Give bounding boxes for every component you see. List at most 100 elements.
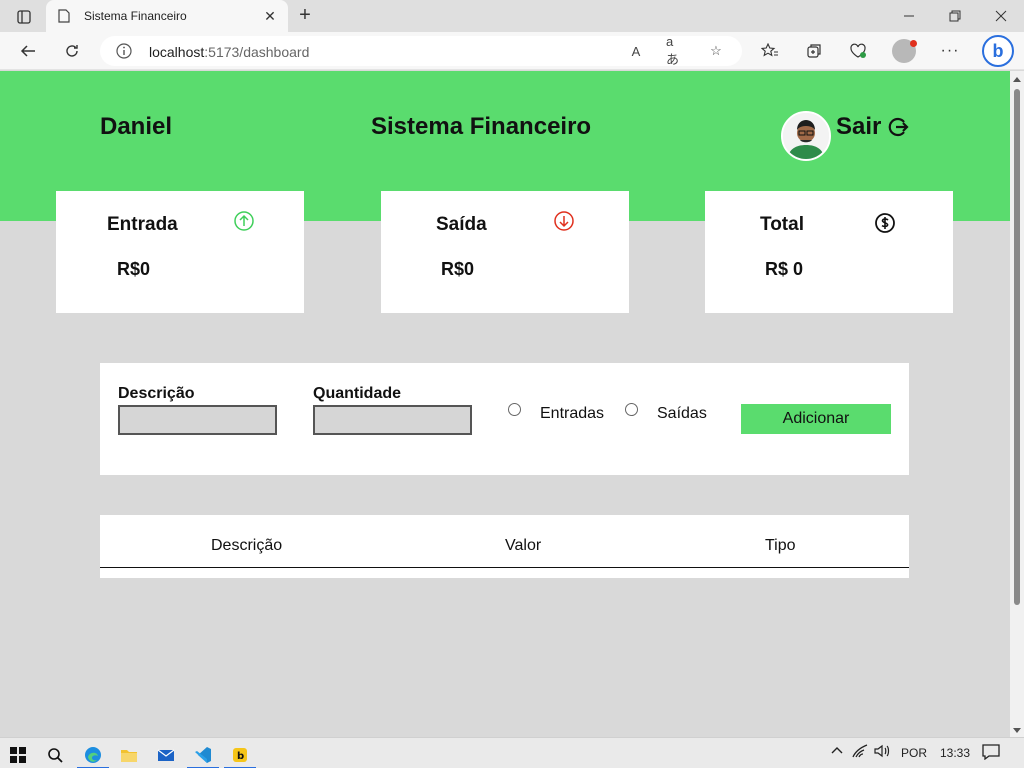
quantidade-label: Quantidade xyxy=(313,385,402,402)
settings-more-button[interactable]: ··· xyxy=(936,38,964,64)
tab-title: Sistema Financeiro xyxy=(84,9,187,23)
more-dots-icon: ··· xyxy=(940,42,960,59)
folder-icon xyxy=(121,750,137,762)
taskbar-app-b[interactable]: b xyxy=(222,741,258,768)
table-header-descricao: Descrição xyxy=(211,537,283,554)
collections-button[interactable] xyxy=(800,38,828,64)
app-title: Sistema Financeiro xyxy=(371,113,592,140)
page-viewport: Daniel Sistema Financeiro Sair Entrada R… xyxy=(0,71,1010,737)
network-icon[interactable] xyxy=(852,744,868,761)
page-scrollbar[interactable] xyxy=(1010,71,1024,737)
saidas-radio-label[interactable]: Saídas xyxy=(657,405,707,423)
saidas-radio[interactable] xyxy=(625,403,638,416)
vscode-icon xyxy=(195,747,211,763)
tab-close-icon[interactable]: ✕ xyxy=(260,6,280,26)
tab-actions-icon xyxy=(17,10,31,24)
svg-text:b: b xyxy=(237,751,244,762)
browser-tab[interactable]: Sistema Financeiro ✕ xyxy=(46,0,288,32)
refresh-icon xyxy=(66,45,78,57)
card-title: Entrada xyxy=(107,214,178,235)
address-host: localhost xyxy=(149,44,205,60)
restore-button[interactable] xyxy=(940,4,970,28)
favorites-button[interactable] xyxy=(756,38,784,64)
card-value: R$0 xyxy=(117,259,151,279)
start-button[interactable] xyxy=(0,741,36,768)
taskbar-edge[interactable] xyxy=(75,741,111,768)
card-value: R$ 0 xyxy=(765,259,804,279)
address-bar[interactable]: localhost:5173/dashboard A aあ ☆ xyxy=(100,34,742,67)
show-hidden-icons-icon[interactable] xyxy=(830,744,844,759)
performance-button[interactable] xyxy=(844,38,872,64)
browser-toolbar: localhost:5173/dashboard A aあ ☆ ··· b xyxy=(0,32,1024,70)
logout-icon xyxy=(889,117,909,137)
translate-label: aあ xyxy=(666,34,680,67)
bing-icon: b xyxy=(992,41,1004,61)
os-taskbar: b POR 13:33 xyxy=(0,737,1024,768)
transactions-table: Descrição Valor Tipo xyxy=(100,515,909,578)
entradas-radio[interactable] xyxy=(508,403,521,416)
table-header-tipo: Tipo xyxy=(765,537,796,554)
close-window-button[interactable] xyxy=(986,4,1016,28)
back-button[interactable] xyxy=(14,38,42,64)
address-path: :5173/dashboard xyxy=(204,44,310,60)
favorites-icon xyxy=(761,43,778,57)
language-indicator[interactable]: POR xyxy=(901,746,927,760)
minimize-icon xyxy=(904,15,914,17)
heart-pulse-icon xyxy=(850,43,866,58)
dollar-circle-icon xyxy=(875,213,895,233)
descricao-input[interactable] xyxy=(118,405,277,435)
windows-logo-icon xyxy=(10,747,26,763)
close-icon xyxy=(995,10,1007,22)
notifications-icon[interactable] xyxy=(982,744,1000,763)
entrada-card: Entrada R$0 xyxy=(56,191,304,313)
collections-icon xyxy=(807,44,821,58)
clock[interactable]: 13:33 xyxy=(940,746,970,760)
bing-chat-button[interactable]: b xyxy=(982,35,1014,67)
translate-icon[interactable]: aあ xyxy=(666,34,686,67)
taskbar-vscode[interactable] xyxy=(185,741,221,768)
new-tab-button[interactable]: + xyxy=(294,5,316,27)
taskbar-mail[interactable] xyxy=(148,741,184,768)
page-icon xyxy=(58,9,70,23)
restore-icon xyxy=(949,10,961,22)
volume-icon[interactable] xyxy=(874,744,890,761)
scroll-thumb[interactable] xyxy=(1014,89,1020,605)
edge-icon xyxy=(85,747,101,763)
logout-label: Sair xyxy=(836,113,882,140)
address-text: localhost:5173/dashboard xyxy=(149,44,309,60)
quantidade-input[interactable] xyxy=(313,405,472,435)
card-title: Total xyxy=(760,214,804,235)
total-card: Total R$ 0 xyxy=(705,191,953,313)
transaction-form: Descrição Quantidade Entradas Saídas Adi… xyxy=(100,363,909,475)
minimize-button[interactable] xyxy=(894,4,924,28)
entradas-radio-label[interactable]: Entradas xyxy=(540,405,604,423)
avatar[interactable] xyxy=(781,111,831,161)
browser-tab-strip: Sistema Financeiro ✕ + xyxy=(0,0,1024,32)
taskbar-file-explorer[interactable] xyxy=(111,741,147,768)
mail-icon xyxy=(157,749,175,761)
favorite-star-icon[interactable]: ☆ xyxy=(706,42,726,60)
table-header-divider xyxy=(100,567,909,568)
read-aloud-label: A xyxy=(631,43,641,59)
descricao-label: Descrição xyxy=(118,385,195,402)
search-button[interactable] xyxy=(37,741,73,768)
scroll-down-icon[interactable] xyxy=(1013,728,1021,733)
back-arrow-icon xyxy=(20,45,35,57)
profile-notification-dot xyxy=(910,40,917,47)
avatar-image xyxy=(783,113,829,159)
scroll-up-icon[interactable] xyxy=(1013,77,1021,82)
refresh-button[interactable] xyxy=(58,38,86,64)
table-header-valor: Valor xyxy=(505,537,542,554)
card-title: Saída xyxy=(436,214,487,235)
add-button[interactable]: Adicionar xyxy=(741,404,891,434)
tab-actions-button[interactable] xyxy=(10,6,38,28)
arrow-down-circle-icon xyxy=(554,211,574,231)
search-icon xyxy=(48,748,63,763)
app-b-icon: b xyxy=(233,748,247,762)
arrow-up-circle-icon xyxy=(234,211,254,231)
site-info-icon[interactable] xyxy=(116,43,132,59)
read-aloud-icon[interactable]: A xyxy=(626,42,646,60)
user-name: Daniel xyxy=(100,113,173,140)
card-value: R$0 xyxy=(441,259,475,279)
logout-button[interactable]: Sair xyxy=(836,113,909,141)
